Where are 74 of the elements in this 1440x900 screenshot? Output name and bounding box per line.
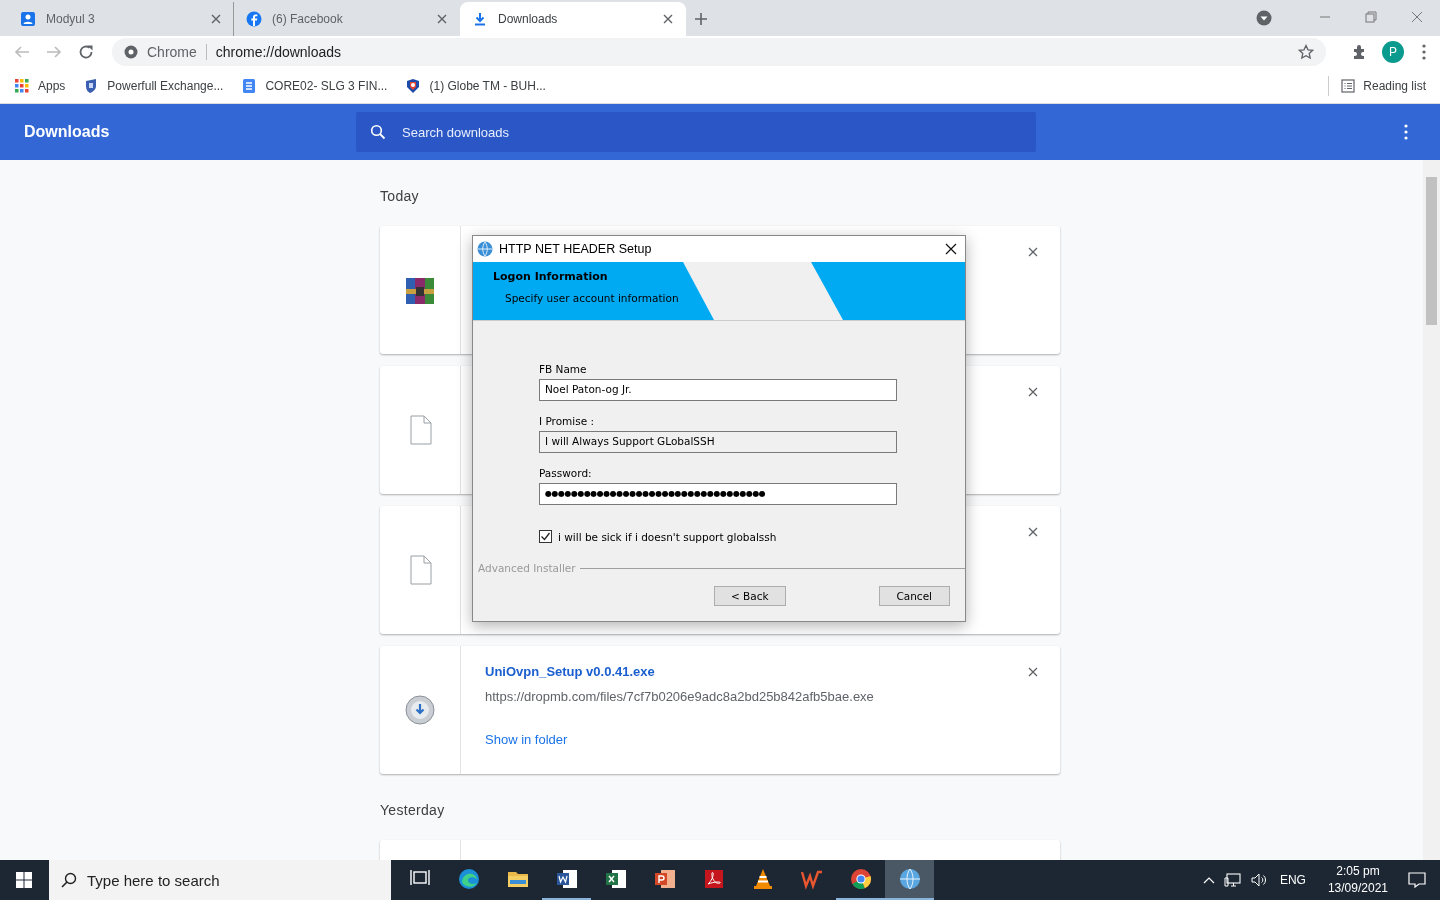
excel-icon — [604, 868, 627, 890]
file-name-link[interactable]: UniOvpn_Setup v0.0.41.exe — [485, 664, 874, 679]
input-field[interactable]: Noel Paton-og Jr. — [539, 379, 897, 401]
address-bar[interactable]: Chrome chrome://downloads — [112, 38, 1326, 66]
reload-icon[interactable] — [78, 44, 94, 60]
person-icon — [20, 11, 36, 27]
bookmark[interactable]: Powerfull Exchange... — [83, 77, 224, 94]
banner-subtitle: Specify user account information — [505, 292, 679, 304]
date-heading: Today — [380, 188, 420, 206]
date-heading: Yesterday — [380, 802, 446, 820]
document-icon — [241, 77, 258, 94]
checkbox[interactable] — [539, 530, 552, 543]
more-icon[interactable] — [1404, 124, 1408, 140]
clock-time[interactable]: 2:05 pm — [1327, 863, 1388, 880]
input-field[interactable]: I will Always Support GLobalSSH — [539, 431, 897, 453]
field-label: Password: — [539, 467, 593, 481]
show-in-folder-link[interactable]: Show in folder — [485, 732, 874, 747]
tab-title: Downloads — [498, 12, 559, 26]
close-icon[interactable] — [663, 14, 673, 24]
browser-tab[interactable]: Downloads — [460, 2, 686, 36]
star-icon[interactable] — [1298, 44, 1314, 60]
close-icon[interactable] — [1028, 387, 1038, 397]
taskbar-search-field[interactable]: Type here to search — [49, 860, 391, 900]
bookmark[interactable]: Apps — [14, 77, 66, 94]
scrollbar-thumb[interactable] — [1426, 177, 1437, 325]
edge-icon — [457, 868, 480, 890]
file-url: https://dropmb.com/files/7cf7b0206e9adc8a2bd25b842afb5bae.exe — [485, 689, 874, 704]
facebook-icon — [246, 11, 262, 27]
tab-title: (6) Facebook — [272, 12, 344, 26]
installer-brand: Advanced Installer — [478, 562, 576, 574]
more-icon[interactable] — [1422, 44, 1426, 60]
checkmark-icon — [540, 531, 551, 542]
field-label: FB Name — [539, 363, 588, 377]
bookmark[interactable]: (1) Globe TM - BUH... — [405, 77, 546, 94]
tab-title: Modyul 3 — [46, 12, 96, 26]
banner-title: Logon Information — [493, 270, 608, 283]
bookmark[interactable]: CORE02- SLG 3 FIN... — [241, 77, 388, 94]
list-icon — [1341, 78, 1356, 93]
close-icon[interactable] — [1028, 247, 1038, 257]
notification-icon[interactable] — [1408, 872, 1426, 888]
network-icon[interactable] — [1223, 872, 1242, 888]
close-icon[interactable] — [945, 243, 957, 255]
plus-icon[interactable] — [694, 12, 708, 26]
checkbox-label: i will be sick if i doesn't support globalssh — [558, 530, 777, 543]
w-logo-icon — [800, 868, 823, 890]
page-title: Downloads — [23, 123, 111, 141]
site-label: Chrome — [147, 44, 207, 60]
search-field[interactable]: Search downloads — [356, 112, 1036, 152]
close-icon[interactable] — [1028, 527, 1038, 537]
close-icon[interactable] — [1028, 667, 1038, 677]
apps-icon — [14, 77, 30, 94]
clock-date[interactable]: 13/09/2021 — [1327, 880, 1388, 897]
traffic-cone-icon — [751, 868, 774, 890]
chevron-up-icon[interactable] — [1202, 876, 1215, 884]
dialog-button[interactable]: < Back — [714, 586, 786, 606]
scrollbar[interactable] — [1423, 160, 1440, 860]
word-icon — [555, 868, 578, 890]
pdf-icon — [702, 868, 725, 890]
windows-start-icon[interactable] — [16, 872, 32, 888]
url-text: chrome://downloads — [215, 44, 343, 60]
download-icon — [472, 11, 488, 27]
dropdown-icon[interactable] — [1256, 10, 1272, 26]
field-label: I Promise : — [539, 415, 596, 429]
dialog-title: HTTP NET HEADER Setup — [499, 242, 653, 256]
reading-list-button[interactable]: Reading list — [1341, 78, 1426, 93]
language-indicator[interactable]: ENG — [1279, 873, 1306, 887]
speaker-icon[interactable] — [1250, 872, 1267, 888]
password-field[interactable]: ●●●●●●●●●●●●●●●●●●●●●●●●●●●●●●●●●● — [539, 483, 897, 505]
dialog-button[interactable]: Cancel — [878, 586, 950, 606]
powerpoint-icon — [653, 868, 676, 890]
disc-icon — [404, 694, 436, 726]
browser-tab[interactable]: (6) Facebook — [234, 2, 460, 36]
search-icon — [61, 872, 77, 888]
search-icon — [370, 124, 386, 140]
